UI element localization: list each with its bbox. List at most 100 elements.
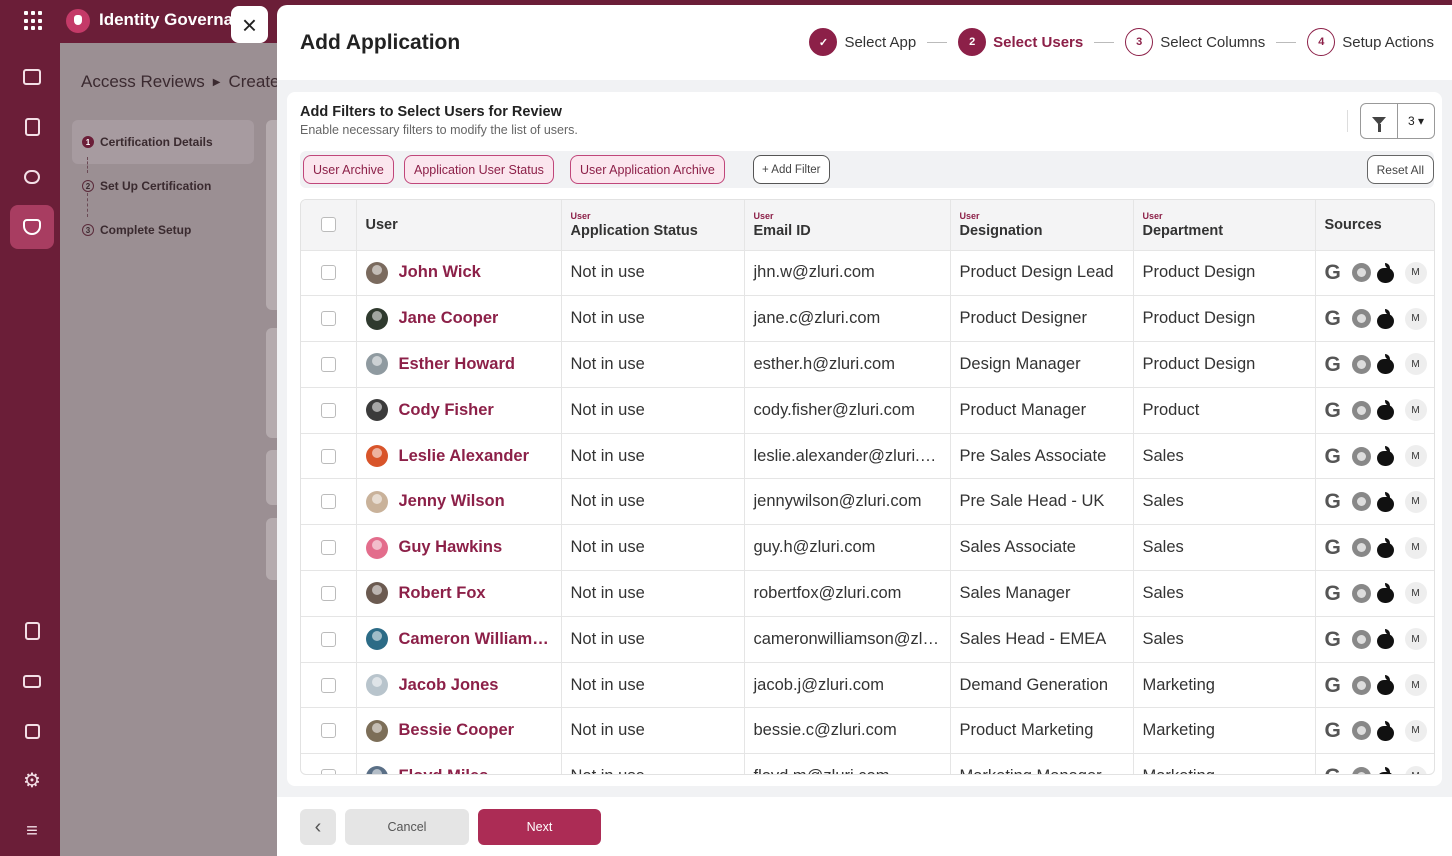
user-cell: Jane Cooper [356,295,562,343]
settings-icon[interactable]: ⚙ [10,759,54,803]
brand-logo [66,9,90,33]
nav-users-icon[interactable] [10,105,54,149]
add-filter-button[interactable]: + Add Filter [753,155,830,184]
step-select-columns[interactable]: 3 Select Columns [1125,28,1265,56]
email-cell: jacob.j@zluri.com [744,662,951,709]
table-row[interactable]: John Wick Not in use jhn.w@zluri.com Produc… [301,250,1434,297]
status-cell: Not in use [561,433,745,480]
row-checkbox[interactable] [320,631,336,647]
row-checkbox[interactable] [320,585,336,601]
designation-cell: Demand Generation [950,662,1134,709]
table-row[interactable]: Jane Cooper Not in use jane.c@zluri.com Pro… [301,295,1434,343]
nav-reports-icon[interactable] [10,659,54,703]
email-cell: guy.h@zluri.com [744,524,951,572]
breadcrumb-root[interactable]: Access Reviews [81,72,205,91]
column-application-status[interactable]: User Application Status [561,200,745,251]
google-icon: G [1324,719,1341,743]
row-checkbox[interactable] [320,540,336,556]
department-cell: Sales [1133,524,1316,572]
sources-cell: GM [1315,753,1434,774]
table-row[interactable]: Jenny Wilson Not in use jennywilson@zluri.… [301,478,1434,526]
user-name-link[interactable]: Guy Hawkins [399,538,503,557]
user-name-link[interactable]: Jacob Jones [399,676,499,695]
select-all-checkbox[interactable] [320,217,336,233]
user-name-link[interactable]: Robert Fox [399,584,486,603]
filter-count-dropdown[interactable]: 3 ▾ [1397,103,1435,139]
table-row[interactable]: Cody Fisher Not in use cody.fisher@zluri.c… [301,387,1434,434]
back-button[interactable]: ‹ [300,809,336,845]
apple-icon [1376,583,1395,604]
step-select-users[interactable]: 2 Select Users [958,28,1083,56]
column-sources[interactable]: Sources [1315,200,1434,251]
department-cell: Sales [1133,478,1316,526]
table-row[interactable]: Cameron Williamson Not in use cameronwilli… [301,616,1434,663]
nav-tasks-icon[interactable] [10,609,54,653]
table-row[interactable]: Guy Hawkins Not in use guy.h@zluri.com Sale… [301,524,1434,572]
row-checkbox[interactable] [320,311,336,327]
google-icon: G [1325,766,1347,774]
close-icon[interactable]: × [231,6,268,43]
user-name-link[interactable]: Esther Howard [399,355,515,374]
breadcrumb-current: Create [228,72,280,91]
nav-people-icon[interactable] [10,155,54,199]
reset-all-button[interactable]: Reset All [1366,155,1434,184]
row-checkbox[interactable] [320,494,336,510]
table-row[interactable]: Jacob Jones Not in use jacob.j@zluri.com De… [301,662,1434,709]
user-name-link[interactable]: Cody Fisher [399,401,494,420]
nav-applications-icon[interactable] [10,55,54,99]
user-name-link[interactable]: Cameron Williamson [399,630,552,649]
row-checkbox[interactable] [320,723,336,739]
column-email[interactable]: User Email ID [744,200,951,251]
google-icon: G [1324,673,1341,697]
nav-workflows-icon[interactable] [10,709,54,753]
row-checkbox[interactable] [320,677,336,693]
step-select-app[interactable]: ✓ Select App [809,28,916,56]
chevron-right-icon: ▶ [212,77,221,88]
user-name-link[interactable]: Leslie Alexander [399,447,530,466]
apps-grid-icon[interactable] [24,11,44,31]
row-checkbox[interactable] [320,769,336,774]
filter-icon[interactable] [1360,103,1398,139]
email-cell: cody.fisher@zluri.com [744,387,951,434]
avatar [365,719,388,742]
next-button[interactable]: Next [478,809,601,845]
column-user[interactable]: User [356,200,562,251]
designation-cell: Marketing Manager [950,753,1134,774]
table-row[interactable]: Bessie Cooper Not in use bessie.c@zluri.co… [301,707,1434,755]
row-checkbox[interactable] [320,356,336,372]
left-nav: ⚙ ≡ [0,43,60,856]
divider [1347,110,1348,132]
table-row[interactable]: Esther Howard Not in use esther.h@zluri.co… [301,341,1434,388]
sources-cell: GM [1315,707,1434,755]
collapse-menu-icon[interactable]: ≡ [10,809,54,853]
user-name-link[interactable]: John Wick [399,263,481,282]
email-cell: bessie.c@zluri.com [744,707,951,755]
user-name-link[interactable]: Jenny Wilson [399,492,505,511]
step-setup-actions[interactable]: 4 Setup Actions [1307,28,1434,56]
cancel-button[interactable]: Cancel [345,809,469,845]
filter-chip-user-archive[interactable]: User Archive [303,155,394,184]
table-row[interactable]: Leslie Alexander Not in use leslie.alexand… [301,433,1434,480]
user-cell: Cameron Williamson [356,616,562,663]
table-row[interactable]: Floyd MilesNot in usefloyd.m@zluri.comMa… [301,753,1434,774]
row-checkbox[interactable] [320,402,336,418]
department-cell: Product Design [1133,341,1316,388]
status-cell: Not in use [561,341,745,388]
avatar [365,582,388,605]
department-cell: Sales [1133,616,1316,663]
department-cell: Product Design [1133,295,1316,343]
filter-chip-application-user-status[interactable]: Application User Status [404,155,554,184]
row-checkbox[interactable] [320,265,336,281]
user-name-link[interactable]: Floyd Miles [399,767,489,774]
row-checkbox[interactable] [320,448,336,464]
table-row[interactable]: Robert Fox Not in use robertfox@zluri.com S… [301,570,1434,617]
row-select-cell [301,524,357,572]
column-department[interactable]: User Department [1133,200,1316,251]
user-name-link[interactable]: Jane Cooper [399,309,499,328]
user-name-link[interactable]: Bessie Cooper [399,721,515,740]
filter-chip-user-application-archive[interactable]: User Application Archive [570,155,725,184]
column-designation[interactable]: User Designation [950,200,1134,251]
apple-icon [1376,262,1395,283]
nav-access-reviews-icon[interactable] [10,205,54,249]
row-select-cell [301,707,357,755]
